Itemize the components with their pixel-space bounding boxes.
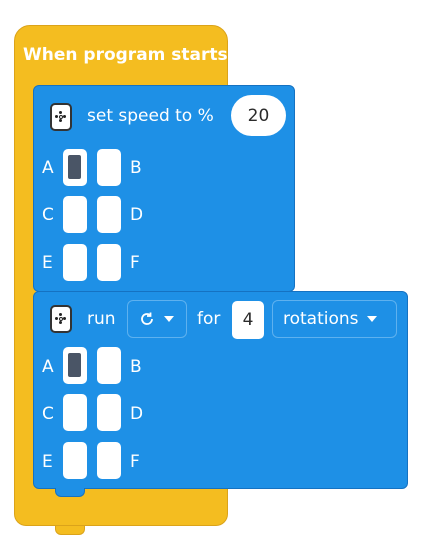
event-block-title: When program starts [23,45,228,65]
port-label-c: C [42,404,54,424]
direction-dropdown[interactable] [127,300,187,338]
chevron-down-icon [366,316,377,322]
run-block-notch [55,488,85,497]
motor-hub-icon [50,305,72,333]
port-e-toggle[interactable] [63,244,87,281]
for-label: for [197,309,221,329]
port-label-a: A [42,357,54,377]
amount-input[interactable]: 4 [232,301,264,339]
port-label-e: E [42,253,53,273]
port-e-toggle[interactable] [63,442,87,479]
port-label-b: B [130,357,142,377]
port-a-toggle[interactable] [63,149,87,186]
port-f-toggle[interactable] [97,442,121,479]
port-label-d: D [130,205,144,225]
rotate-clockwise-icon [141,312,153,325]
set-speed-label: set speed to % [87,106,214,126]
port-b-toggle[interactable] [97,149,121,186]
port-d-toggle[interactable] [97,196,121,233]
port-label-c: C [42,205,54,225]
port-d-toggle[interactable] [97,394,121,431]
port-label-b: B [130,158,142,178]
chevron-down-icon [164,316,174,322]
port-label-f: F [130,253,140,273]
port-label-d: D [130,404,144,424]
event-block-bottom [14,488,228,526]
unit-dropdown[interactable]: rotations [272,300,397,338]
port-label-a: A [42,158,54,178]
port-label-f: F [130,452,140,472]
unit-dropdown-label: rotations [283,309,359,329]
speed-value-input[interactable]: 20 [231,95,286,136]
port-f-toggle[interactable] [97,244,121,281]
port-label-e: E [42,452,53,472]
port-c-toggle[interactable] [63,196,87,233]
run-label: run [87,309,116,329]
motor-hub-icon [50,103,72,131]
event-block-notch [55,526,85,535]
port-b-toggle[interactable] [97,347,121,384]
port-a-toggle[interactable] [63,347,87,384]
port-c-toggle[interactable] [63,394,87,431]
